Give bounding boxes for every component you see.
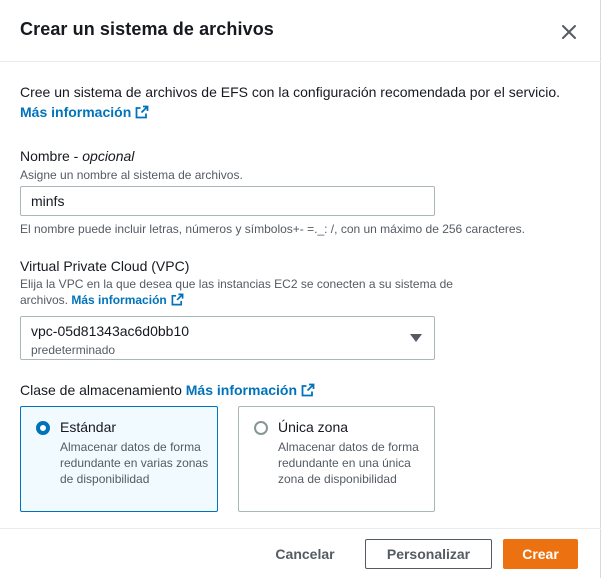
- vpc-learn-more-link[interactable]: Más información: [71, 293, 166, 307]
- option-title: Única zona: [278, 419, 349, 435]
- storage-class-label: Clase de almacenamiento Más información: [20, 382, 315, 398]
- option-title: Estándar: [60, 419, 117, 435]
- vpc-selected-value: vpc-05d81343ac6d0bb10: [31, 323, 190, 339]
- vpc-field: Virtual Private Cloud (VPC) Elija la VPC…: [20, 258, 480, 308]
- radio-selected-icon[interactable]: [36, 421, 50, 435]
- caret-down-icon: [410, 334, 422, 342]
- close-icon: [562, 25, 576, 39]
- storage-learn-more-link[interactable]: Más información: [186, 382, 297, 398]
- dialog-title: Crear un sistema de archivos: [20, 19, 274, 39]
- radio-unselected-icon[interactable]: [254, 421, 268, 435]
- external-link-icon: [135, 105, 149, 119]
- storage-option-one-zone[interactable]: Única zona Almacenar datos de forma redu…: [238, 406, 435, 512]
- dialog-header: Crear un sistema de archivos: [0, 0, 601, 62]
- vpc-label: Virtual Private Cloud (VPC): [20, 258, 190, 274]
- learn-more-link[interactable]: Más información: [20, 104, 131, 120]
- name-constraint-text: El nombre puede incluir letras, números …: [20, 222, 525, 236]
- storage-option-standard[interactable]: Estándar Almacenar datos de forma redund…: [20, 406, 218, 512]
- cancel-button[interactable]: Cancelar: [264, 539, 346, 569]
- name-field: Nombre - opcional Asigne un nombre al si…: [20, 148, 580, 183]
- close-button[interactable]: [556, 19, 582, 45]
- vpc-select[interactable]: vpc-05d81343ac6d0bb10 predeterminado: [20, 316, 435, 360]
- name-label: Nombre - opcional: [20, 148, 135, 164]
- customize-button[interactable]: Personalizar: [365, 539, 492, 569]
- external-link-icon: [171, 293, 184, 306]
- dialog-footer: Cancelar Personalizar Crear: [0, 528, 601, 578]
- optional-hint: opcional: [82, 148, 135, 164]
- create-file-system-dialog: Crear un sistema de archivos Cree un sis…: [0, 0, 601, 578]
- option-description: Almacenar datos de forma redundante en u…: [278, 440, 419, 486]
- vpc-description: Elija la VPC en la que desea que las ins…: [20, 277, 453, 307]
- external-link-icon: [301, 383, 315, 397]
- create-button[interactable]: Crear: [503, 539, 578, 569]
- vpc-selected-tag: predeterminado: [31, 343, 116, 357]
- intro-text-block: Cree un sistema de archivos de EFS con l…: [20, 82, 580, 122]
- option-description: Almacenar datos de forma redundante en v…: [60, 440, 209, 486]
- name-description: Asigne un nombre al sistema de archivos.: [20, 168, 243, 182]
- name-input[interactable]: minfs: [20, 186, 435, 216]
- intro-text: Cree un sistema de archivos de EFS con l…: [20, 84, 561, 100]
